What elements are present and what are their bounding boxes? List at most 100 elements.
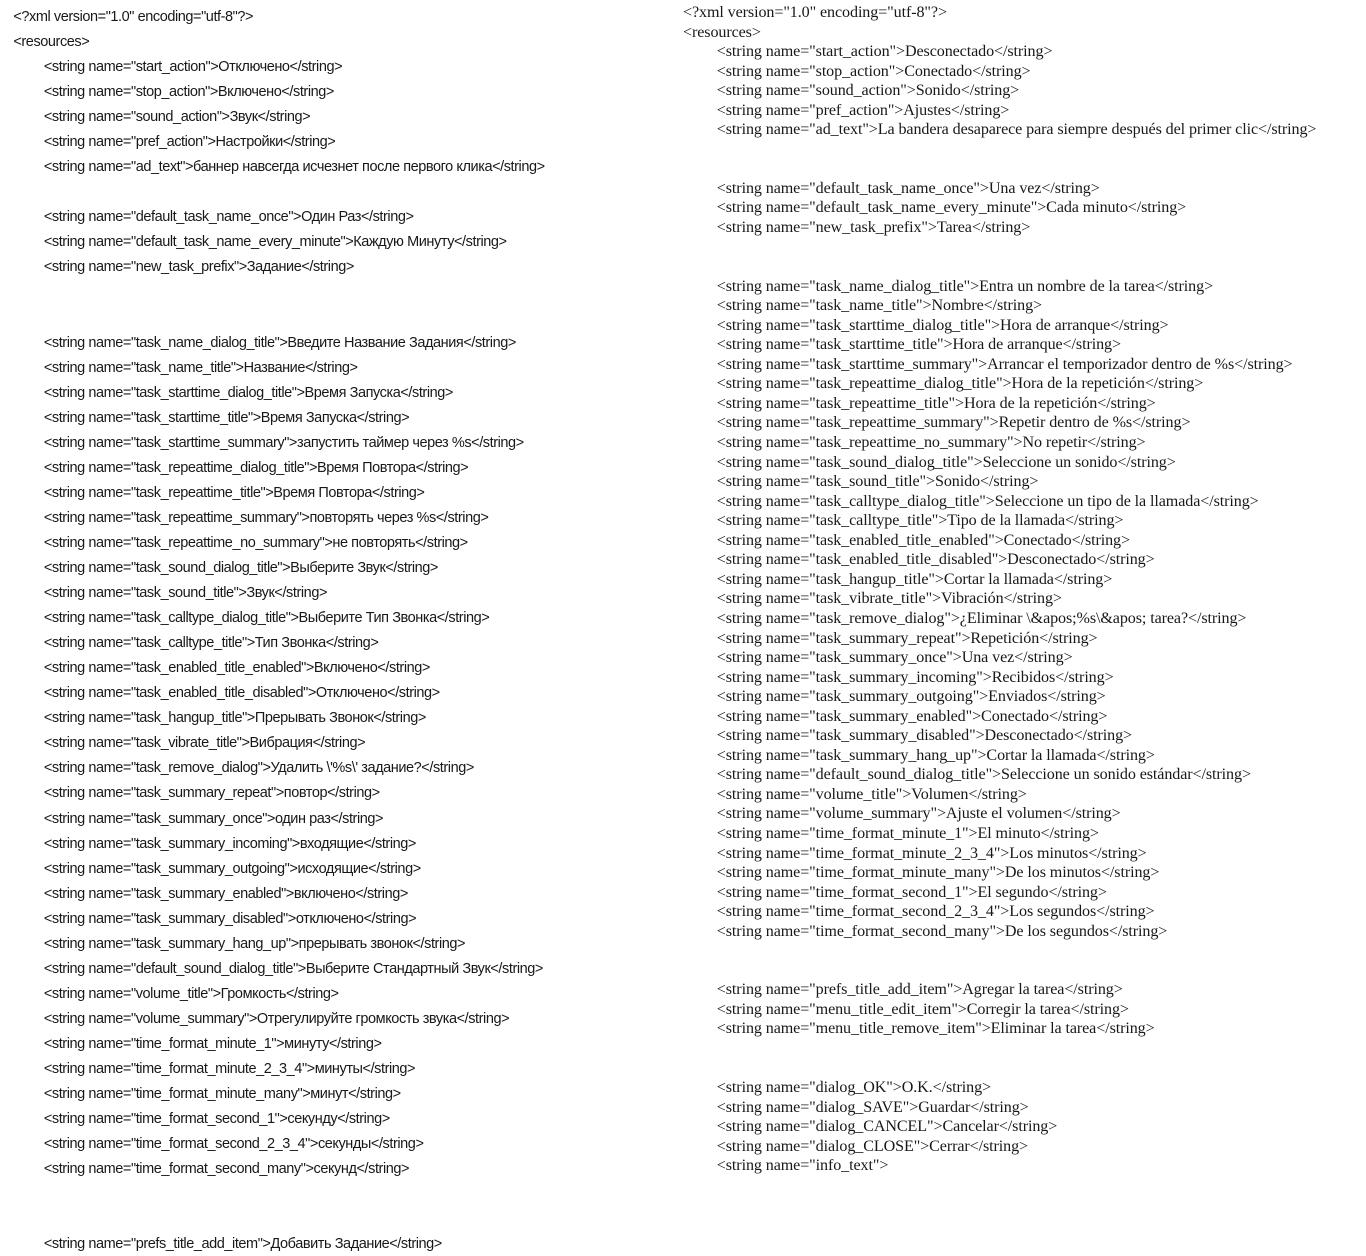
xml-code-line: <string name="task_name_dialog_title">Вв… <box>43 333 516 351</box>
xml-code-line: <string name="task_starttime_dialog_titl… <box>716 316 1169 334</box>
xml-code-line: <string name="time_format_minute_many">D… <box>716 864 1160 882</box>
xml-code-line: <string name="dialog_CLOSE">Cerrar</stri… <box>716 1137 1029 1155</box>
xml-code-line: <string name="default_task_name_once">Од… <box>43 208 414 226</box>
xml-code-line: <string name="task_summary_repeat">Repet… <box>716 629 1098 647</box>
xml-code-line: <string name="task_calltype_title">Tipo … <box>716 512 1124 530</box>
xml-code-line: <string name="task_hangup_title">Прерыва… <box>43 709 426 727</box>
xml-blank-line <box>683 1059 1366 1079</box>
xml-code-line: <string name="task_starttime_summary">за… <box>43 433 524 451</box>
xml-code-line: <string name="task_sound_title">Звук</st… <box>43 584 328 602</box>
xml-code-line: <string name="task_name_title">Nombre</s… <box>716 297 1043 315</box>
xml-code-line: <string name="task_repeattime_summary">п… <box>43 508 489 526</box>
xml-code-line: <string name="default_task_name_every_mi… <box>43 233 507 251</box>
xml-code-line: <string name="task_repeattime_no_summary… <box>43 533 468 551</box>
xml-code-line: <resources> <box>13 33 90 51</box>
xml-code-line: <string name="task_repeattime_summary">R… <box>716 414 1191 432</box>
xml-code-line: <string name="task_summary_hang_up">Cort… <box>716 746 1155 764</box>
xml-blank-line <box>683 961 1366 981</box>
xml-code-line: <string name="info_text"> <box>716 1157 889 1175</box>
xml-code-line: <string name="pref_action">Настройки</st… <box>43 133 336 151</box>
xml-code-line: <string name="dialog_SAVE">Guardar</stri… <box>716 1098 1029 1116</box>
xml-code-line: <string name="task_sound_dialog_title">В… <box>43 559 439 577</box>
xml-code-line: <string name="task_name_title">Название<… <box>43 358 358 376</box>
xml-code-line: <string name="ad_text">баннер навсегда и… <box>43 158 545 176</box>
xml-code-line: <string name="task_name_dialog_title">En… <box>716 277 1214 295</box>
xml-blank-line <box>683 941 1366 961</box>
xml-code-line: <string name="new_task_prefix">Tarea</st… <box>716 219 1031 237</box>
xml-code-line: <string name="time_format_minute_2_3_4">… <box>43 1059 416 1077</box>
xml-code-line: <string name="task_enabled_title_enabled… <box>716 531 1130 549</box>
xml-code-line: <string name="task_repeattime_dialog_tit… <box>716 375 1204 393</box>
xml-code-line: <string name="task_enabled_title_disable… <box>716 551 1155 569</box>
xml-code-line: <string name="start_action">Desconectado… <box>716 43 1053 61</box>
xml-code-line: <string name="time_format_second_1">El s… <box>716 883 1107 901</box>
xml-code-line: <string name="default_task_name_once">Un… <box>716 179 1100 197</box>
xml-code-line: <string name="task_summary_incoming">Rec… <box>716 668 1114 686</box>
xml-column-left-russian: <?xml version="1.0" encoding="utf-8"?> <r… <box>0 0 652 1252</box>
xml-code-line: <string name="task_calltype_dialog_title… <box>43 609 490 627</box>
xml-code-line: <string name="task_vibrate_title">Vibrac… <box>716 590 1062 608</box>
xml-code-line: <string name="ad_text">La bandera desapa… <box>716 121 1317 139</box>
xml-code-line: <resources> <box>683 23 761 41</box>
xml-code-line: <string name="task_summary_outgoing">Env… <box>716 688 1106 706</box>
xml-code-line: <string name="prefs_title_add_item">Agre… <box>716 981 1123 999</box>
xml-code-line: <string name="task_starttime_summary">Ar… <box>716 355 1293 373</box>
xml-code-line: <string name="stop_action">Conectado</st… <box>716 62 1031 80</box>
xml-code-line: <string name="time_format_second_2_3_4">… <box>716 903 1155 921</box>
xml-code-line: <string name="new_task_prefix">Задание</… <box>43 258 355 276</box>
xml-code-line: <string name="dialog_CANCEL">Cancelar</s… <box>716 1118 1058 1136</box>
xml-code-line: <string name="time_format_minute_1">El m… <box>716 824 1099 842</box>
xml-blank-line <box>683 257 1366 277</box>
xml-code-line: <string name="time_format_second_many">с… <box>43 1160 410 1178</box>
xml-code-line: <string name="task_summary_disabled">Des… <box>716 727 1132 745</box>
xml-code-line: <string name="sound_action">Звук</string… <box>43 108 311 126</box>
xml-blank-line <box>683 1039 1366 1059</box>
xml-code-line: <string name="task_summary_outgoing">исх… <box>43 859 421 877</box>
xml-blank-line <box>683 159 1366 179</box>
xml-code-line: <string name="prefs_title_add_item">Доба… <box>43 1235 442 1253</box>
xml-code-line: <string name="menu_title_remove_item">El… <box>716 1020 1155 1038</box>
xml-code-line: <string name="time_format_second_many">D… <box>716 922 1168 940</box>
xml-code-line: <string name="time_format_minute_2_3_4">… <box>716 844 1147 862</box>
xml-code-line: <string name="time_format_second_1">секу… <box>43 1110 390 1128</box>
xml-code-line: <string name="task_starttime_title">Hora… <box>716 336 1121 354</box>
xml-code-line: <string name="start_action">Отключено</s… <box>43 58 343 76</box>
xml-code-line: <string name="task_summary_enabled">вклю… <box>43 884 409 902</box>
xml-code-line: <string name="task_summary_enabled">Cone… <box>716 707 1108 725</box>
xml-code-line: <string name="task_summary_hang_up">прер… <box>43 934 466 952</box>
xml-code-line: <string name="menu_title_edit_item">Corr… <box>716 1000 1129 1018</box>
xml-blank-line <box>13 305 652 330</box>
xml-code-line: <string name="default_task_name_every_mi… <box>716 199 1187 217</box>
xml-code-line: <string name="time_format_minute_1">мину… <box>43 1034 382 1052</box>
xml-code-line: <string name="task_remove_dialog">¿Elimi… <box>716 609 1247 627</box>
xml-code-line: <string name="task_repeattime_dialog_tit… <box>43 458 469 476</box>
xml-code-line: <string name="sound_action">Sonido</stri… <box>716 82 1020 100</box>
xml-code-line: <string name="task_calltype_title">Тип З… <box>43 634 379 652</box>
xml-code-line: <string name="volume_summary">Отрегулиру… <box>43 1009 510 1027</box>
xml-code-line: <string name="time_format_minute_many">м… <box>43 1085 401 1103</box>
xml-code-line: <string name="default_sound_dialog_title… <box>43 959 544 977</box>
xml-blank-line <box>13 1206 652 1231</box>
xml-code-line: <string name="task_repeattime_no_summary… <box>716 434 1146 452</box>
xml-code-line: <string name="time_format_second_2_3_4">… <box>43 1135 424 1153</box>
xml-code-line: <string name="task_repeattime_title">Вре… <box>43 483 425 501</box>
xml-blank-line <box>683 238 1366 258</box>
xml-blank-line <box>13 179 652 204</box>
xml-code-line: <string name="task_repeattime_title">Hor… <box>716 394 1156 412</box>
xml-code-line: <string name="task_sound_dialog_title">S… <box>716 453 1176 471</box>
xml-code-line: <string name="task_vibrate_title">Вибрац… <box>43 734 366 752</box>
xml-code-line: <string name="task_enabled_title_disable… <box>43 684 440 702</box>
xml-code-line: <string name="task_remove_dialog">Удалит… <box>43 759 474 777</box>
xml-code-line: <string name="task_starttime_title">Врем… <box>43 408 410 426</box>
xml-blank-line <box>683 140 1366 160</box>
xml-code-line: <string name="task_enabled_title_enabled… <box>43 659 431 677</box>
xml-code-line: <string name="task_summary_repeat">повто… <box>43 784 380 802</box>
xml-code-line: <string name="volume_summary">Ajuste el … <box>716 805 1121 823</box>
xml-column-right-spanish: <?xml version="1.0" encoding="utf-8"?> <r… <box>683 0 1366 1174</box>
xml-code-line: <string name="task_starttime_dialog_titl… <box>43 383 454 401</box>
xml-code-line: <?xml version="1.0" encoding="utf-8"?> <box>683 4 947 21</box>
xml-code-line: <string name="volume_title">Volumen</str… <box>716 785 1027 803</box>
xml-code-line: <string name="task_calltype_dialog_title… <box>716 492 1259 510</box>
xml-code-line: <string name="dialog_OK">O.K.</string> <box>716 1079 991 1097</box>
xml-code-line: <string name="task_summary_disabled">отк… <box>43 909 417 927</box>
